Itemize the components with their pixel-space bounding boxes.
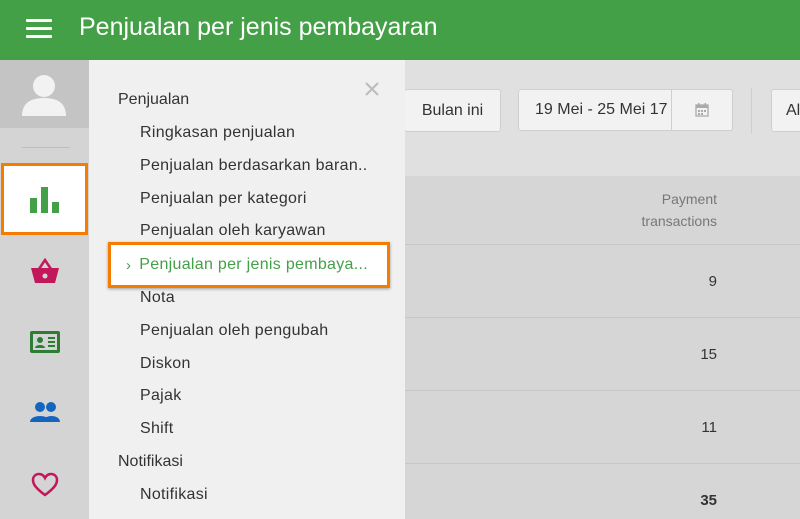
rail-item-items[interactable] bbox=[0, 246, 89, 296]
all-filter-button[interactable]: Al bbox=[771, 89, 800, 132]
menu-item-sales-by-modifier[interactable]: Penjualan oleh pengubah bbox=[140, 322, 328, 340]
row-divider bbox=[405, 463, 800, 464]
rail-item-reports[interactable] bbox=[1, 163, 88, 235]
table-cell: 11 bbox=[701, 419, 717, 436]
row-divider bbox=[405, 390, 800, 391]
avatar[interactable] bbox=[0, 60, 89, 128]
table-cell: 15 bbox=[700, 346, 717, 363]
id-card-icon bbox=[29, 331, 60, 353]
period-button[interactable]: Bulan ini bbox=[404, 89, 501, 132]
menu-item-sales-by-item[interactable]: Penjualan berdasarkan baran.. bbox=[140, 157, 368, 175]
date-range-picker[interactable]: 19 Mei - 25 Mei 17 bbox=[518, 89, 733, 131]
transactions-table: Payment transactions 9 15 11 35 bbox=[405, 176, 800, 519]
nav-rail bbox=[0, 60, 90, 519]
menu-item-sales-by-category[interactable]: Penjualan per kategori bbox=[140, 190, 307, 208]
section-title-penjualan: Penjualan bbox=[118, 91, 190, 108]
menu-item-notifications[interactable]: Notifikasi bbox=[140, 486, 208, 504]
menu-item-taxes[interactable]: Pajak bbox=[140, 387, 182, 405]
reports-drawer: Penjualan Ringkasan penjualan Penjualan … bbox=[89, 60, 405, 519]
section-title-notifikasi: Notifikasi bbox=[118, 453, 183, 470]
column-header-line1: Payment bbox=[661, 191, 717, 207]
menu-item-sales-by-employee[interactable]: Penjualan oleh karyawan bbox=[140, 222, 326, 240]
close-icon[interactable] bbox=[363, 80, 381, 98]
app-bar: Penjualan per jenis pembayaran bbox=[0, 0, 800, 60]
menu-icon[interactable] bbox=[26, 19, 52, 39]
rail-divider bbox=[22, 147, 70, 148]
heart-icon bbox=[31, 472, 58, 497]
menu-item-discounts[interactable]: Diskon bbox=[140, 355, 191, 373]
toolbar-divider bbox=[751, 88, 752, 134]
column-header-payment-transactions[interactable]: Payment transactions bbox=[405, 176, 717, 244]
menu-item-sales-by-payment-type[interactable]: › Penjualan per jenis pembaya... bbox=[108, 242, 390, 288]
rail-item-customers[interactable] bbox=[0, 317, 89, 367]
column-header-line2: transactions bbox=[641, 213, 717, 229]
rail-item-employees[interactable] bbox=[0, 387, 89, 437]
people-icon bbox=[29, 402, 60, 422]
rail-item-favorites[interactable] bbox=[0, 459, 89, 509]
calendar-icon[interactable] bbox=[672, 103, 732, 117]
page-title: Penjualan per jenis pembayaran bbox=[79, 13, 438, 41]
row-divider bbox=[405, 244, 800, 245]
menu-item-receipts[interactable]: Nota bbox=[140, 289, 175, 307]
table-cell: 9 bbox=[708, 273, 717, 290]
row-divider bbox=[405, 317, 800, 318]
report-content: Bulan ini 19 Mei - 25 Mei 17 Al Payment … bbox=[404, 60, 800, 519]
basket-icon bbox=[30, 258, 59, 283]
chevron-right-icon: › bbox=[126, 256, 132, 274]
menu-item-shifts[interactable]: Shift bbox=[140, 420, 174, 438]
bar-chart-icon bbox=[29, 187, 59, 213]
date-range-text: 19 Mei - 25 Mei 17 bbox=[535, 101, 668, 118]
table-total: 35 bbox=[700, 492, 717, 509]
menu-item-sales-summary[interactable]: Ringkasan penjualan bbox=[140, 124, 295, 142]
menu-item-label: Penjualan per jenis pembaya... bbox=[139, 256, 368, 273]
